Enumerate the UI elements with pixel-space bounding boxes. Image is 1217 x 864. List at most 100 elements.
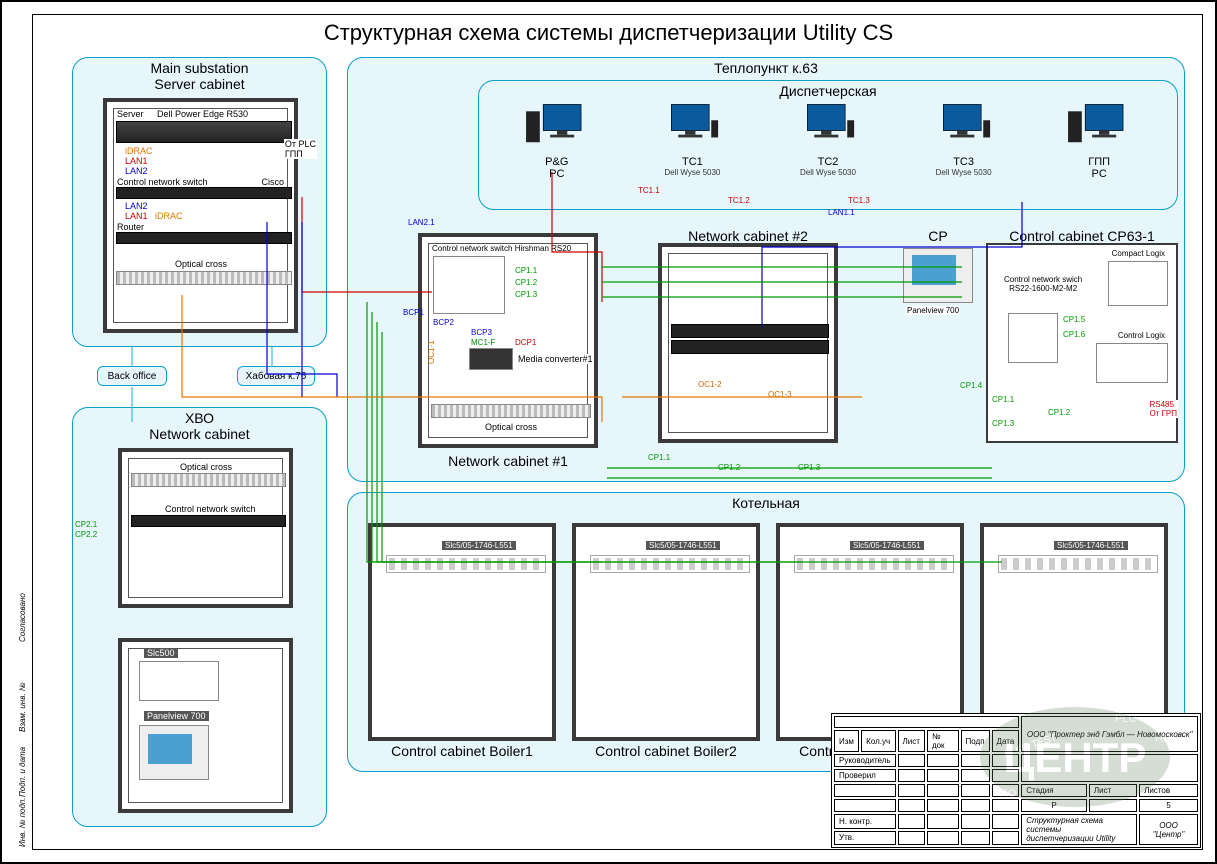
rs20-device <box>433 256 505 314</box>
hub-node: Хабовая к.76 <box>237 366 315 386</box>
net2-switch <box>671 324 829 338</box>
boiler3-rack: Slc5/05-1746-L551 <box>776 523 964 741</box>
boiler1-rack: Slc5/05-1746-L551 <box>368 523 556 741</box>
lan2-a: LAN2 <box>124 166 149 176</box>
tb-utverd: Утв. <box>834 831 896 846</box>
dea-rack: Slc5/05-1746-L551 <box>980 523 1168 741</box>
xbo-cross <box>131 473 286 487</box>
dcp1: DCP1 <box>515 338 536 347</box>
cp12-c: CP1.2 <box>718 463 740 472</box>
rs485: RS485 От ГРП <box>1148 400 1178 418</box>
pc-tc3-name: TC3 <box>953 156 974 168</box>
tb-rukovod: Руководитель <box>834 754 896 767</box>
tb-listov-v: 5 <box>1139 799 1198 812</box>
tb-list: Лист <box>898 730 925 752</box>
net2-switch2 <box>671 340 829 354</box>
lan11: LAN1.1 <box>828 208 855 217</box>
b2-plc-dev <box>590 555 750 573</box>
tc11: TC1.1 <box>638 186 660 195</box>
lan21: LAN2.1 <box>408 218 435 227</box>
mc1f: MC1-F <box>471 338 495 347</box>
heatpoint-title: Теплопункт к.63 <box>348 60 1184 76</box>
idrac-2: iDRAC <box>154 211 184 221</box>
server-rack-in: Server Dell Power Edge R530 iDRAC LAN1 L… <box>113 108 288 323</box>
server-model: Dell Power Edge R530 <box>156 109 249 119</box>
tb-ndok: № док <box>927 730 959 752</box>
xbo-ctrl-rack: Slc500 Panelview 700 <box>118 638 293 813</box>
monitor-icon <box>929 101 999 156</box>
pc-tc2-name: TC2 <box>818 156 839 168</box>
pv-screen <box>148 734 192 764</box>
bcp1: BCP1 <box>403 308 424 317</box>
side-c: Подп. и дата <box>18 747 27 797</box>
xbo-switch <box>131 515 286 527</box>
cp-title: CP <box>908 228 968 244</box>
pc-row: P&G PC TC1 Dell Wyse 5030 TC2 Dell Wyse … <box>489 101 1167 180</box>
cns-label: Control network switch <box>116 177 209 187</box>
b1-title: Control cabinet Boiler1 <box>368 743 556 759</box>
monitor-icon <box>793 101 863 156</box>
tb-proj: Структурная схема системы диспетчеризаци… <box>1021 814 1137 845</box>
monitor-icon <box>1064 101 1134 156</box>
oc13: OC1-3 <box>768 390 792 399</box>
cp22: CP2.2 <box>75 530 97 539</box>
net2-rack-in <box>668 253 828 433</box>
controllogix-label: Control Logix <box>1117 331 1166 340</box>
pc-tc1: TC1 Dell Wyse 5030 <box>657 101 727 180</box>
lan2-b: LAN2 <box>124 201 149 211</box>
tb-izm: Изм <box>834 730 859 752</box>
net1-cp12: CP1.2 <box>515 278 537 287</box>
media-converter <box>469 348 513 370</box>
tc13: TC1.3 <box>848 196 870 205</box>
tb-data: Дата <box>992 730 1020 752</box>
cp-model: Panelview 700 <box>906 306 960 315</box>
tb-listh: Лист <box>1089 784 1137 797</box>
side-a: Согласовано <box>18 593 27 642</box>
pc-tc1-name: TC1 <box>682 156 703 168</box>
server-label: Server <box>116 109 145 119</box>
xbo-net-rack: Optical cross Control network switch <box>118 448 293 608</box>
zone-heatpoint: Теплопункт к.63 Диспетчерская P&G PC TC1… <box>347 57 1185 482</box>
tb-podp: Подп <box>961 730 990 752</box>
tb-company: ООО "Проктер энд Гэмбл — Новомосковск" <box>1021 716 1198 752</box>
side-d: Инв. № подп. <box>18 797 27 847</box>
tb-kol: Кол.уч <box>861 730 895 752</box>
net1-title: Network cabinet #1 <box>418 453 598 469</box>
rs22-device <box>1008 313 1058 363</box>
tb-proveril: Проверил <box>834 769 896 782</box>
monitor-icon <box>657 101 727 156</box>
pc-gpp-name: ГПП PC <box>1088 156 1110 180</box>
cp16: CP1.6 <box>1063 330 1085 339</box>
cp14: CP1.4 <box>960 381 982 390</box>
from-plc: От PLC ГПП <box>284 139 317 159</box>
b2-plc: Slc5/05-1746-L551 <box>646 541 720 550</box>
tb-listov: Листов <box>1139 784 1198 797</box>
bcp3: BCP3 <box>471 328 492 337</box>
net1-opt: Optical cross <box>484 422 538 432</box>
net1-switch: Control network switch Hirshman RS20 <box>431 244 572 253</box>
boiler2-rack: Slc5/05-1746-L551 <box>572 523 760 741</box>
slc-label: Slc500 <box>144 648 178 658</box>
xbo-ctrl-rack-in: Slc500 Panelview 700 <box>128 648 283 803</box>
tb-org: ООО "Центр" <box>1139 814 1198 845</box>
cp11-c: CP1.1 <box>648 453 670 462</box>
zone-xbo: ХВО Network cabinet Optical cross Contro… <box>72 407 327 827</box>
pc-tc2: TC2 Dell Wyse 5030 <box>793 101 863 180</box>
monitor-icon <box>522 101 592 156</box>
tb-stadia-v: Р <box>1021 799 1087 812</box>
pc-tc3-sub: Dell Wyse 5030 <box>936 168 992 177</box>
drawing-title: Структурная схема системы диспетчеризаци… <box>2 20 1215 46</box>
b1-plc: Slc5/05-1746-L551 <box>442 541 516 550</box>
pc-tc3: TC3 Dell Wyse 5030 <box>929 101 999 180</box>
net1-cross <box>431 404 591 418</box>
cp63-title: Control cabinet CP63-1 <box>986 228 1178 244</box>
dea-plc-dev <box>998 555 1158 573</box>
cp21: CP2.1 <box>75 520 97 529</box>
cp-panel <box>903 248 973 303</box>
cp63-switch: Control network swich RS22-1600-M2-M2 <box>1003 275 1083 293</box>
title-block: ООО "Проктер энд Гэмбл — Новомосковск" И… <box>831 713 1201 848</box>
side-b: Взам. инв. № <box>18 683 27 732</box>
net1-rack-in: Control network switch Hirshman RS20 CP1… <box>428 243 588 438</box>
pv-label: Panelview 700 <box>144 711 209 721</box>
server-rack: Server Dell Power Edge R530 iDRAC LAN1 L… <box>103 98 298 333</box>
